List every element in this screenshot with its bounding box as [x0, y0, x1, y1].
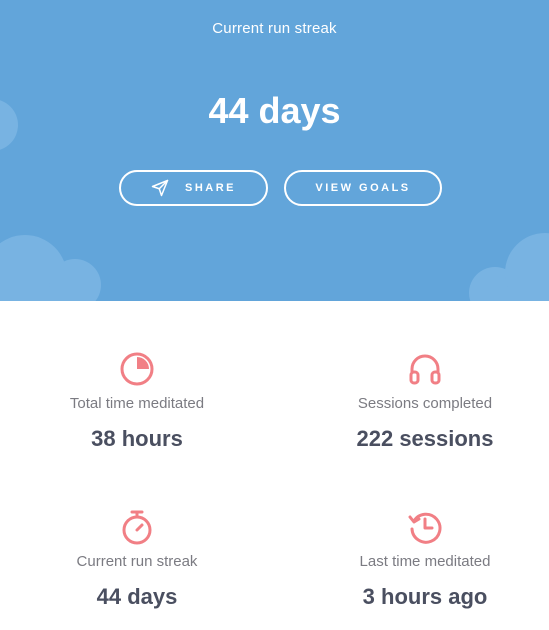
stat-total-time-value: 38 hours [91, 426, 183, 451]
view-goals-button[interactable]: VIEW GOALS [284, 170, 442, 206]
streak-label: Current run streak [212, 20, 337, 37]
stat-total-time-label: Total time meditated [69, 395, 205, 412]
share-button[interactable]: SHARE [119, 170, 268, 206]
stat-sessions: Sessions completed 222 sessions [288, 351, 549, 452]
stat-streak: Current run streak 44 days [0, 509, 274, 610]
stat-last-time: Last time meditated 3 hours ago [288, 509, 549, 610]
streak-value: 44 days [208, 90, 341, 131]
stat-streak-label: Current run streak [76, 553, 198, 570]
stat-total-time: Total time meditated 38 hours [0, 351, 274, 452]
view-goals-button-label: VIEW GOALS [315, 182, 411, 194]
cloud-left-bottom-decoration [0, 235, 101, 301]
stat-streak-value: 44 days [96, 584, 178, 609]
paper-plane-icon [151, 179, 169, 197]
pie-chart-icon [120, 352, 154, 386]
stat-last-time-value: 3 hours ago [362, 584, 488, 609]
stat-sessions-value: 222 sessions [356, 426, 494, 451]
headphones-icon [409, 354, 441, 385]
share-button-label: SHARE [184, 182, 236, 194]
stat-last-time-label: Last time meditated [359, 553, 491, 570]
streak-hero: Current run streak 44 days SHARE VIEW GO… [0, 0, 549, 301]
stopwatch-icon [122, 510, 152, 545]
stat-sessions-label: Sessions completed [357, 395, 493, 412]
history-clock-icon [408, 512, 442, 544]
cloud-right-decoration [469, 233, 549, 301]
